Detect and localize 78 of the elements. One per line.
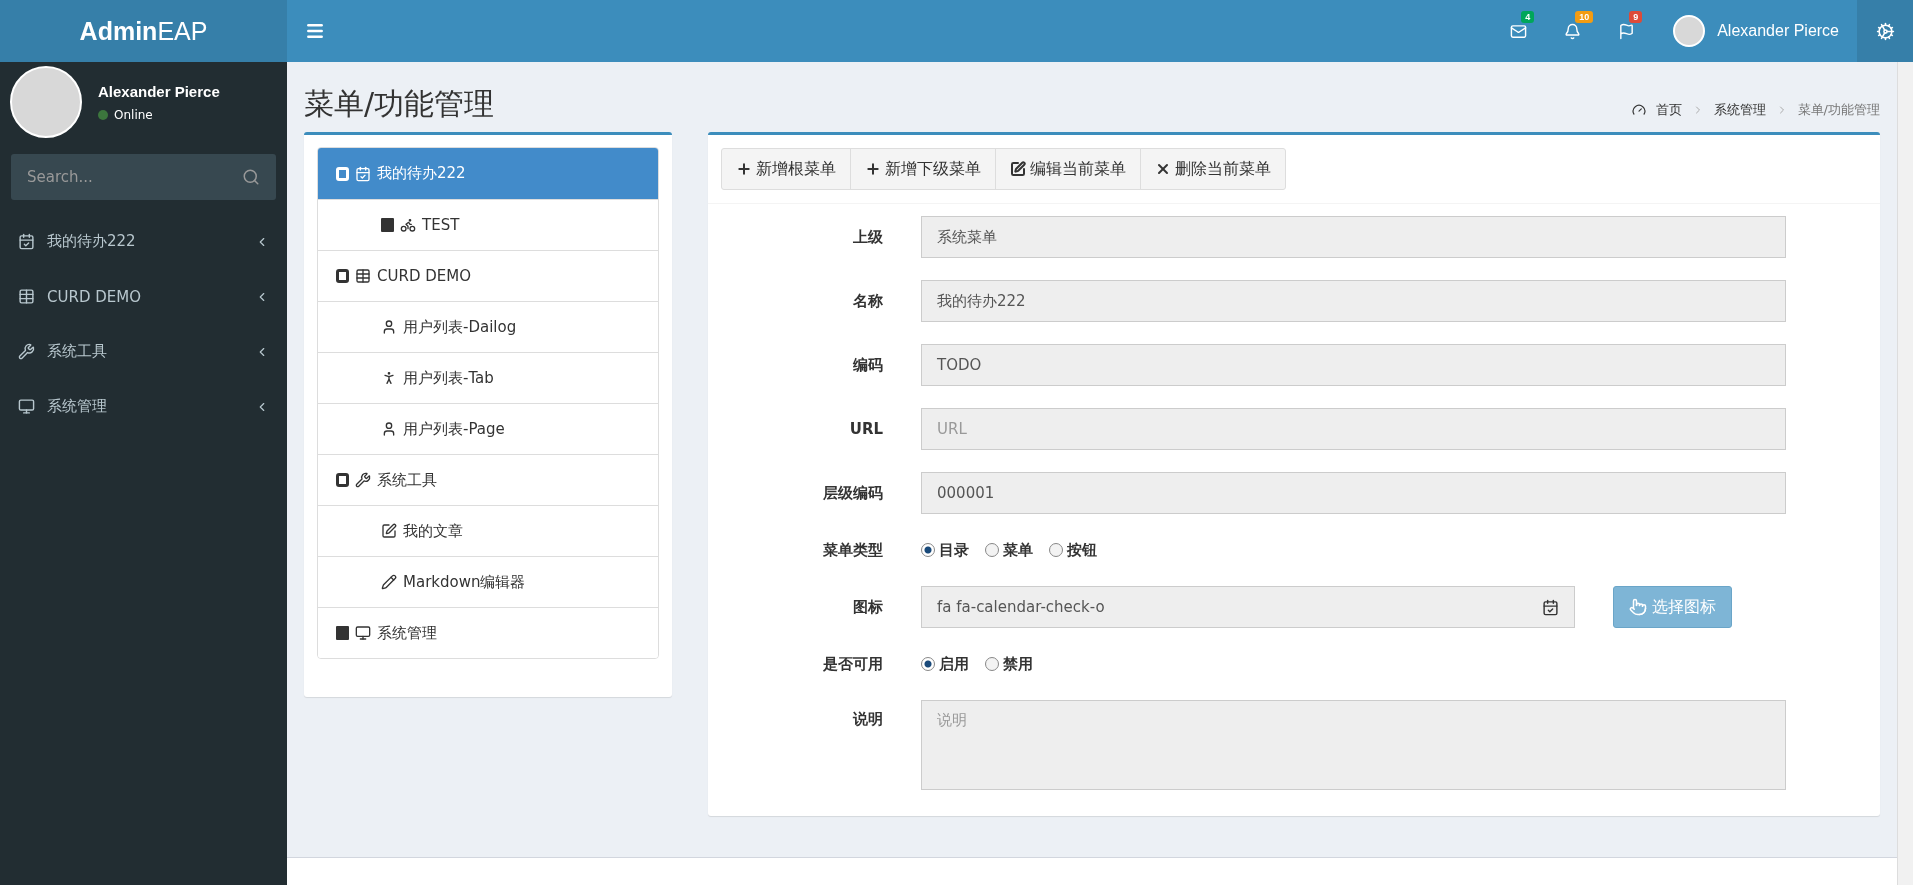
radio-option[interactable]: 按钮 xyxy=(1049,540,1097,560)
calendar-check-icon xyxy=(1542,598,1559,616)
field-label: 编码 xyxy=(852,355,883,375)
input-field[interactable]: fa fa-calendar-check-o xyxy=(921,586,1575,628)
toolbar-button[interactable]: 删除当前菜单 xyxy=(1140,148,1286,190)
tree-node[interactable]: 系统管理 xyxy=(318,607,658,658)
node-icon xyxy=(381,574,397,590)
plus-icon xyxy=(865,161,881,177)
scrollbar[interactable] xyxy=(1897,62,1913,885)
radio-button[interactable] xyxy=(921,543,935,557)
radio-button[interactable] xyxy=(985,657,999,671)
radio-button[interactable] xyxy=(1049,543,1063,557)
app-logo: AdminEAP xyxy=(0,0,287,62)
node-icon xyxy=(381,523,397,539)
user-menu[interactable]: Alexander Pierce xyxy=(1717,22,1839,40)
flag-icon[interactable] xyxy=(1617,22,1635,40)
sidebar-item[interactable]: 我的待办222 xyxy=(0,214,287,269)
input-field[interactable]: 000001 xyxy=(921,472,1786,514)
user-avatar xyxy=(1673,15,1706,47)
menu-icon xyxy=(305,21,325,41)
search-icon xyxy=(242,168,260,186)
sidebar-item[interactable]: 系统工具 xyxy=(0,324,287,379)
mail-icon[interactable] xyxy=(1509,22,1527,40)
expand-toggle[interactable] xyxy=(336,269,349,283)
toolbar-button[interactable]: 新增下级菜单 xyxy=(850,148,996,190)
field-label: 说明 xyxy=(851,709,883,729)
breadcrumb-link[interactable]: 首页 xyxy=(1655,101,1682,119)
field-label: 层级编码 xyxy=(822,483,883,503)
user-status: Online xyxy=(114,107,153,122)
count-badge: 4 xyxy=(1521,10,1535,23)
radio-option[interactable]: 禁用 xyxy=(985,654,1033,674)
settings-icon[interactable] xyxy=(1875,21,1895,41)
online-dot xyxy=(98,109,108,120)
expand-toggle[interactable] xyxy=(336,473,349,487)
radio-option[interactable]: 启用 xyxy=(921,654,969,674)
plus-icon xyxy=(736,161,752,177)
radio-option[interactable]: 目录 xyxy=(921,540,969,560)
toolbar-button[interactable]: 编辑当前菜单 xyxy=(995,148,1141,190)
input-field[interactable]: TODO xyxy=(921,344,1786,386)
count-badge: 10 xyxy=(1575,10,1594,23)
field-label: 是否可用 xyxy=(822,654,883,674)
field-label: 名称 xyxy=(852,291,883,311)
sidebar-item[interactable]: 系统管理 xyxy=(0,379,287,434)
node-icon xyxy=(355,472,371,488)
field-label: 上级 xyxy=(852,227,883,247)
close-icon xyxy=(1155,161,1171,177)
menu-item-icon xyxy=(18,398,35,415)
expand-toggle[interactable] xyxy=(336,626,349,640)
menu-item-icon xyxy=(18,233,35,250)
user-name: Alexander Pierce xyxy=(98,82,220,100)
node-icon xyxy=(355,625,371,641)
node-icon xyxy=(355,165,371,182)
menu-item-icon xyxy=(18,288,35,305)
radio-button[interactable] xyxy=(985,543,999,557)
page-title: 菜单/功能管理 xyxy=(304,84,495,123)
expand-toggle[interactable] xyxy=(381,218,394,232)
toolbar-button[interactable]: 新增根菜单 xyxy=(721,148,851,190)
field-label: URL xyxy=(848,420,883,438)
radio-button[interactable] xyxy=(921,657,935,671)
node-icon xyxy=(381,421,397,437)
field-label: 图标 xyxy=(852,597,883,617)
sidebar-item[interactable]: CURD DEMO xyxy=(0,269,287,324)
field-label: 菜单类型 xyxy=(822,540,883,560)
node-icon xyxy=(355,268,371,284)
menu-item-icon xyxy=(18,343,35,360)
input-field[interactable]: 系统菜单 xyxy=(921,216,1786,258)
node-icon xyxy=(381,370,397,386)
node-icon xyxy=(381,319,397,335)
hand-icon xyxy=(1629,598,1647,616)
count-badge: 9 xyxy=(1629,10,1643,23)
dashboard-icon xyxy=(1631,103,1646,117)
edit-icon xyxy=(1010,161,1026,177)
node-icon xyxy=(400,217,416,233)
breadcrumb-link[interactable]: 系统管理 xyxy=(1713,101,1766,119)
bell-icon[interactable] xyxy=(1563,22,1581,40)
radio-option[interactable]: 菜单 xyxy=(985,540,1033,560)
input-field[interactable]: 我的待办222 xyxy=(921,280,1786,322)
tree-node[interactable]: 我的待办222 xyxy=(318,148,658,199)
